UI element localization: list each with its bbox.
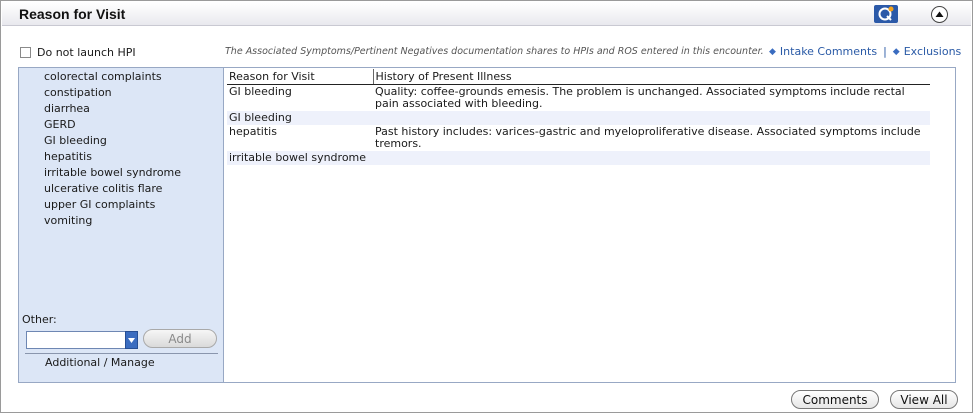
complaint-item[interactable]: GI bleeding	[44, 133, 181, 149]
reason-cell: GI bleeding	[229, 85, 292, 98]
do-not-launch-hpi-checkbox[interactable]: Do not launch HPI	[20, 46, 136, 59]
do-not-launch-hpi-label: Do not launch HPI	[37, 46, 136, 59]
reason-cell: hepatitis	[229, 125, 277, 138]
documentation-note: The Associated Symptoms/Pertinent Negati…	[225, 46, 764, 57]
complaint-item[interactable]: colorectal complaints	[44, 69, 181, 85]
hpi-cell	[373, 151, 930, 165]
complaint-item[interactable]: vomiting	[44, 213, 181, 229]
other-dropdown[interactable]	[26, 331, 138, 349]
title-bar: Reason for Visit	[2, 2, 971, 26]
complaint-item[interactable]: GERD	[44, 117, 181, 133]
column-header-reason[interactable]: Reason for Visit	[227, 69, 374, 85]
intake-comments-link[interactable]: Intake Comments	[780, 45, 877, 58]
table-row[interactable]: GI bleeding	[227, 111, 930, 125]
hpi-cell	[373, 111, 930, 125]
complaint-list-panel: colorectal complaints constipation diarr…	[18, 67, 224, 383]
reason-hpi-grid-panel: Reason for Visit History of Present Illn…	[223, 67, 956, 383]
quick-help-icon[interactable]	[874, 5, 898, 23]
additional-manage-link[interactable]: Additional / Manage	[45, 356, 155, 369]
complaint-list: colorectal complaints constipation diarr…	[44, 69, 181, 229]
dropdown-arrow-icon[interactable]	[125, 331, 138, 349]
view-all-button[interactable]: View All	[890, 390, 958, 409]
exclusions-link[interactable]: Exclusions	[904, 45, 962, 58]
complaint-item[interactable]: ulcerative colitis flare	[44, 181, 181, 197]
link-separator: |	[883, 45, 887, 58]
reason-cell: GI bleeding	[227, 111, 373, 125]
complaint-item[interactable]: constipation	[44, 85, 181, 101]
table-row[interactable]: irritable bowel syndrome	[227, 151, 930, 165]
complaint-item[interactable]: hepatitis	[44, 149, 181, 165]
window-title: Reason for Visit	[19, 6, 126, 22]
reason-cell: irritable bowel syndrome	[227, 151, 373, 165]
reason-for-visit-window: Reason for Visit Do not launch HPI The A…	[0, 0, 973, 413]
checkbox-box[interactable]	[20, 47, 31, 58]
other-label: Other:	[22, 313, 57, 326]
collapse-up-icon[interactable]	[931, 6, 948, 23]
table-row[interactable]: GI bleeding Quality: coffee-grounds emes…	[227, 85, 930, 112]
complaint-item[interactable]: diarrhea	[44, 101, 181, 117]
comments-button[interactable]: Comments	[791, 390, 879, 409]
table-row[interactable]: hepatitis Past history includes: varices…	[227, 125, 930, 151]
hpi-cell: Quality: coffee-grounds emesis. The prob…	[375, 85, 905, 110]
diamond-bullet-icon: ◆	[892, 46, 900, 57]
add-button[interactable]: Add	[143, 329, 217, 348]
column-header-hpi[interactable]: History of Present Illness	[373, 69, 930, 85]
complaint-item[interactable]: irritable bowel syndrome	[44, 165, 181, 181]
complaint-item[interactable]: upper GI complaints	[44, 197, 181, 213]
divider	[25, 353, 218, 354]
hpi-cell: Past history includes: varices-gastric a…	[375, 125, 921, 150]
header-links: ◆ Intake Comments | ◆ Exclusions	[769, 45, 961, 58]
reason-hpi-table: Reason for Visit History of Present Illn…	[227, 69, 930, 165]
diamond-bullet-icon: ◆	[769, 46, 776, 57]
table-header-row: Reason for Visit History of Present Illn…	[227, 69, 930, 85]
